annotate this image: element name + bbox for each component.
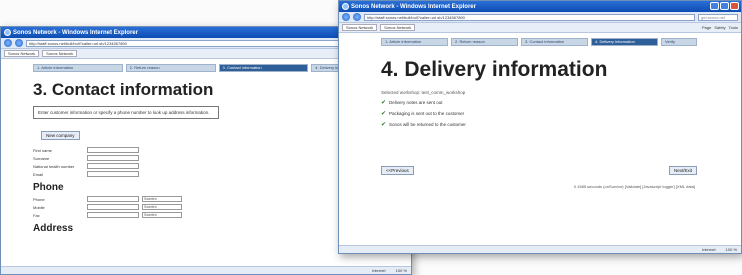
back-icon[interactable] bbox=[342, 13, 350, 21]
phone-field[interactable] bbox=[87, 196, 139, 202]
step-article[interactable]: 1. Article information bbox=[381, 38, 448, 46]
desktop: Sonos Network - Windows Internet Explore… bbox=[0, 0, 742, 275]
fax-label: Fax bbox=[33, 212, 40, 218]
tab-sonos-2[interactable]: Sonos Network bbox=[380, 24, 416, 31]
wizard-nav: <<Previous Next/Exit bbox=[381, 166, 697, 175]
forward-icon[interactable] bbox=[15, 39, 23, 47]
window-controls bbox=[710, 2, 739, 10]
phone-country-select[interactable]: Sweden bbox=[142, 196, 182, 202]
window-title: Sonos Network - Windows Internet Explore… bbox=[351, 3, 476, 10]
mobile-country-select[interactable]: Sweden bbox=[142, 204, 182, 210]
first-name-label: First name bbox=[33, 147, 52, 153]
status-bar: Internet 100 % bbox=[339, 245, 741, 253]
ie-icon bbox=[342, 3, 349, 10]
checkmark-icon: ✔ bbox=[381, 100, 387, 106]
page-content: 1. Article information 2. Return reason … bbox=[339, 34, 741, 245]
workshop-line: Selected workshop: test_comm_workshop bbox=[381, 90, 466, 95]
check-text: Sonos will be returned to the customer bbox=[389, 122, 466, 127]
footer-debug-links[interactable]: 0.1585 seconds (onSurvive) [Validate] [J… bbox=[574, 184, 695, 189]
check-item: ✔ Packaging is sent out to the customer bbox=[381, 110, 741, 117]
address-input[interactable]: http://staff.sonos.net/bull/bull?caller=… bbox=[364, 13, 695, 21]
step-delivery[interactable]: 4. Delivery information bbox=[591, 38, 658, 46]
fax-country-select[interactable]: Sweden bbox=[142, 212, 182, 218]
step-verify[interactable]: Verify bbox=[661, 38, 697, 46]
surname-label: Surname bbox=[33, 155, 50, 161]
tab-sonos-1[interactable]: Sonos Network bbox=[342, 24, 378, 31]
step-return-reason[interactable]: 2. Return reason bbox=[125, 64, 216, 72]
fax-field[interactable] bbox=[87, 212, 139, 218]
tab-sonos-1[interactable]: Sonos Network bbox=[4, 50, 40, 57]
step-return-reason[interactable]: 2. Return reason bbox=[451, 38, 518, 46]
page-menu[interactable]: Page bbox=[702, 25, 711, 30]
mobile-field[interactable] bbox=[87, 204, 139, 210]
step-contact[interactable]: 3. Contact information bbox=[521, 38, 588, 46]
close-icon[interactable] bbox=[730, 2, 739, 10]
email-label: Email bbox=[33, 171, 44, 177]
wizard-steps: 1. Article information 2. Return reason … bbox=[339, 38, 741, 46]
checkmark-icon: ✔ bbox=[381, 122, 387, 128]
status-bar: Internet 100 % bbox=[1, 266, 411, 274]
forward-icon[interactable] bbox=[353, 13, 361, 21]
window-title: Sonos Network - Windows Internet Explore… bbox=[13, 29, 138, 36]
check-text: Delivery notes are sent out bbox=[389, 100, 443, 105]
next-button[interactable]: Next/Exit bbox=[668, 166, 697, 175]
tab-sonos-2[interactable]: Sonos Network bbox=[42, 50, 78, 57]
surname-field[interactable] bbox=[87, 155, 139, 161]
info-box: Enter customer information or specify a … bbox=[33, 106, 219, 119]
tools-menu[interactable]: Tools bbox=[729, 25, 738, 30]
checkmark-icon: ✔ bbox=[381, 111, 387, 117]
new-company-button[interactable]: New company bbox=[41, 131, 80, 140]
check-text: Packaging is sent out to the customer bbox=[389, 111, 465, 116]
address-bar: http://staff.sonos.net/bull/bull?caller=… bbox=[339, 12, 741, 23]
first-name-field[interactable] bbox=[87, 147, 139, 153]
minimize-icon[interactable] bbox=[710, 2, 719, 10]
phone-label: Phone bbox=[33, 196, 45, 202]
status-zone: Internet bbox=[702, 247, 716, 252]
safety-menu[interactable]: Safety bbox=[714, 25, 725, 30]
status-zone: Internet bbox=[372, 268, 386, 273]
health-number-label: National health number bbox=[33, 163, 75, 169]
health-number-field[interactable] bbox=[87, 163, 139, 169]
email-field[interactable] bbox=[87, 171, 139, 177]
window-titlebar: Sonos Network - Windows Internet Explore… bbox=[339, 1, 741, 12]
mobile-label: Mobile bbox=[33, 204, 45, 210]
step-contact[interactable]: 3. Contact information bbox=[218, 64, 309, 72]
status-zoom[interactable]: 100 % bbox=[396, 268, 407, 273]
back-icon[interactable] bbox=[4, 39, 12, 47]
tab-bar: Sonos Network Sonos Network Page Safety … bbox=[339, 23, 741, 33]
step-article[interactable]: 1. Article information bbox=[33, 64, 123, 72]
address-input[interactable]: http://staff.sonos.net/bull/bull?caller=… bbox=[26, 39, 365, 47]
previous-button[interactable]: <<Previous bbox=[381, 166, 414, 175]
search-input[interactable]: get.sonos.net bbox=[698, 13, 738, 21]
check-item: ✔ Sonos will be returned to the customer bbox=[381, 121, 741, 128]
ie-icon bbox=[4, 29, 11, 36]
status-zoom[interactable]: 100 % bbox=[726, 247, 737, 252]
maximize-icon[interactable] bbox=[720, 2, 729, 10]
front-browser-window[interactable]: Sonos Network - Windows Internet Explore… bbox=[338, 0, 742, 254]
page-title: 4. Delivery information bbox=[381, 58, 608, 81]
check-item: ✔ Delivery notes are sent out bbox=[381, 99, 741, 106]
